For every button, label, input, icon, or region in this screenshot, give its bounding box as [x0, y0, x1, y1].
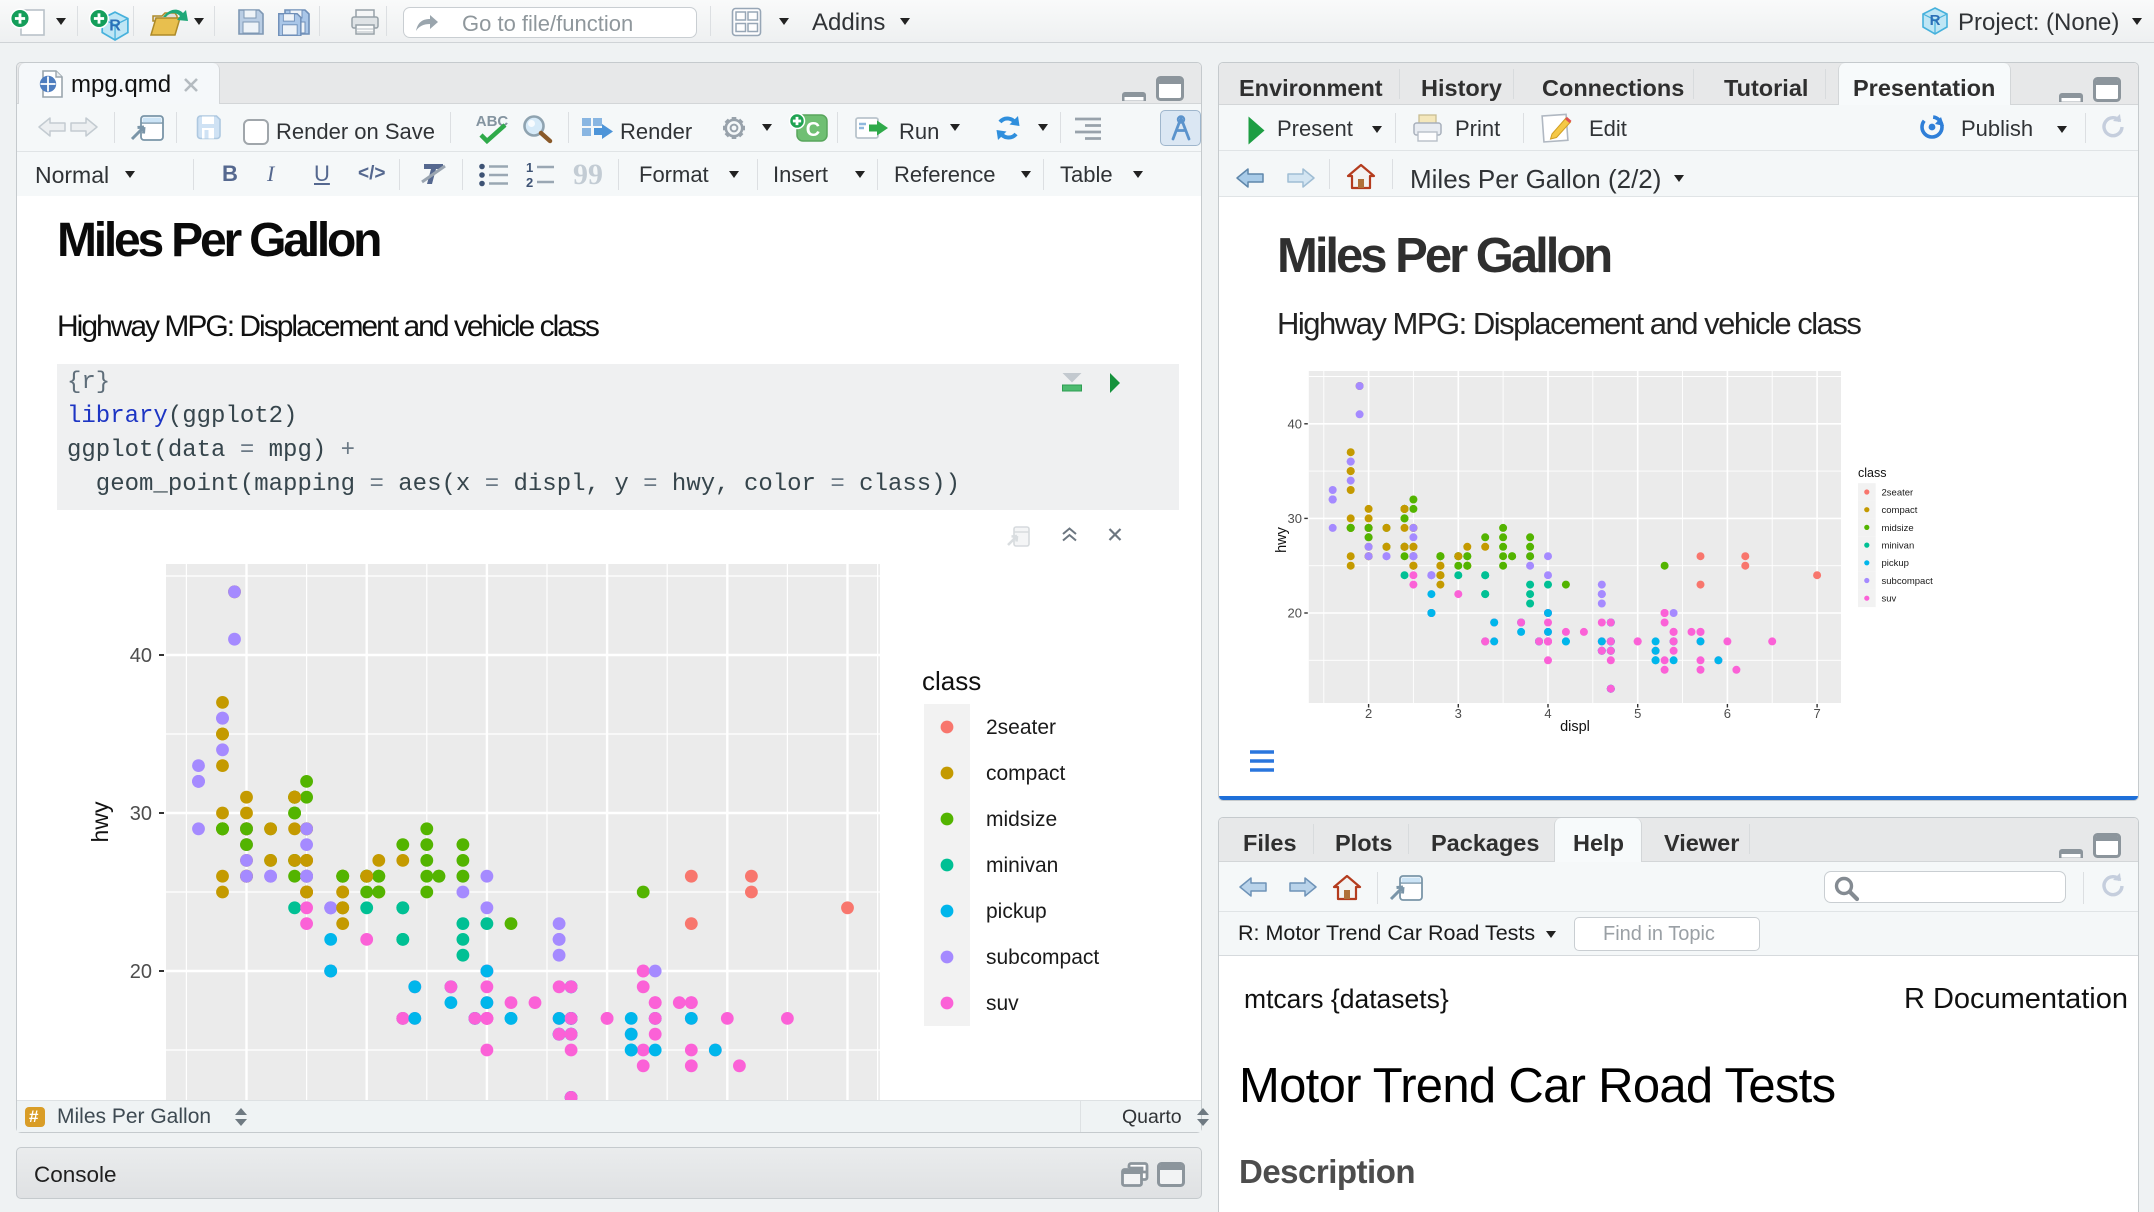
svg-text:3: 3	[1455, 706, 1462, 721]
svg-text:40: 40	[1288, 416, 1302, 431]
svg-text:pickup: pickup	[986, 900, 1047, 923]
svg-text:midsize: midsize	[1882, 523, 1914, 534]
svg-text:5: 5	[1634, 706, 1641, 721]
svg-text:2seater: 2seater	[1882, 487, 1914, 498]
svg-text:class: class	[922, 666, 981, 696]
svg-text:30: 30	[130, 803, 152, 825]
svg-text:hwy: hwy	[1274, 526, 1290, 553]
svg-text:class: class	[1858, 466, 1886, 480]
svg-text:displ: displ	[1560, 719, 1590, 735]
svg-text:20: 20	[130, 961, 152, 983]
svg-text:R: R	[109, 16, 121, 34]
svg-text:6: 6	[1724, 706, 1731, 721]
svg-text:2seater: 2seater	[986, 716, 1056, 739]
svg-text:compact: compact	[986, 762, 1066, 785]
svg-text:20: 20	[1288, 606, 1302, 621]
svg-text:subcompact: subcompact	[986, 946, 1099, 969]
svg-text:30: 30	[1288, 511, 1302, 526]
svg-text:suv: suv	[986, 992, 1019, 1015]
svg-text:1: 1	[526, 162, 533, 175]
svg-text:subcompact: subcompact	[1882, 576, 1934, 587]
svg-text:7: 7	[1813, 706, 1820, 721]
svg-text:minivan: minivan	[1882, 541, 1915, 552]
svg-text:40: 40	[130, 645, 152, 667]
svg-text:compact: compact	[1882, 505, 1918, 516]
svg-text:C: C	[806, 119, 820, 141]
svg-text:suv: suv	[1882, 594, 1897, 605]
svg-text:R: R	[1930, 12, 1941, 29]
svg-text:4: 4	[1544, 706, 1551, 721]
svg-text:2: 2	[526, 175, 533, 188]
svg-text:pickup: pickup	[1882, 558, 1909, 569]
svg-text:hwy: hwy	[87, 801, 113, 842]
svg-text:midsize: midsize	[986, 808, 1057, 831]
svg-text:minivan: minivan	[986, 854, 1058, 877]
svg-text:2: 2	[1365, 706, 1372, 721]
